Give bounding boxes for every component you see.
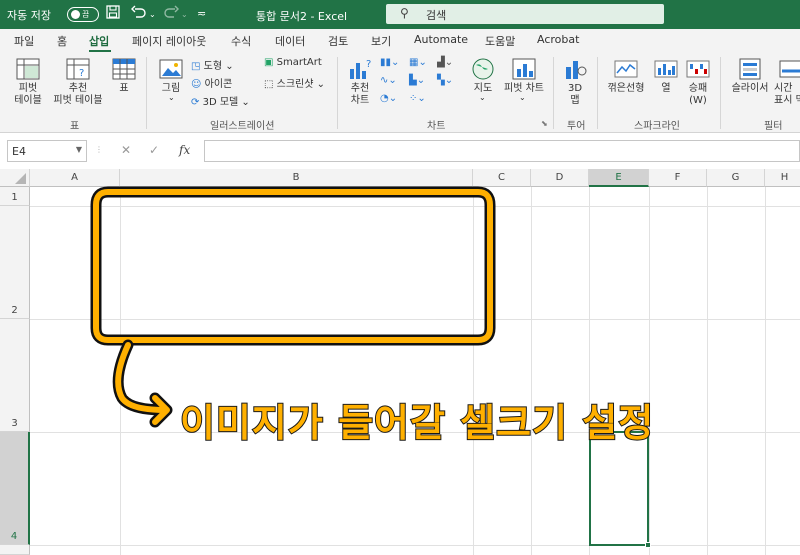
annotation-overlay [90, 186, 496, 428]
annotation-arrow [112, 339, 173, 428]
annotation-callout-box [90, 186, 496, 346]
excel-window: 자동 저장 끔 ⌄ ⌄ ≂ 통합 문서2 - Excel ⚲ 검색 파일 홈 삽… [0, 0, 800, 555]
annotation-text: 이미지가 들어갈 셀크기 설정 [179, 400, 655, 446]
